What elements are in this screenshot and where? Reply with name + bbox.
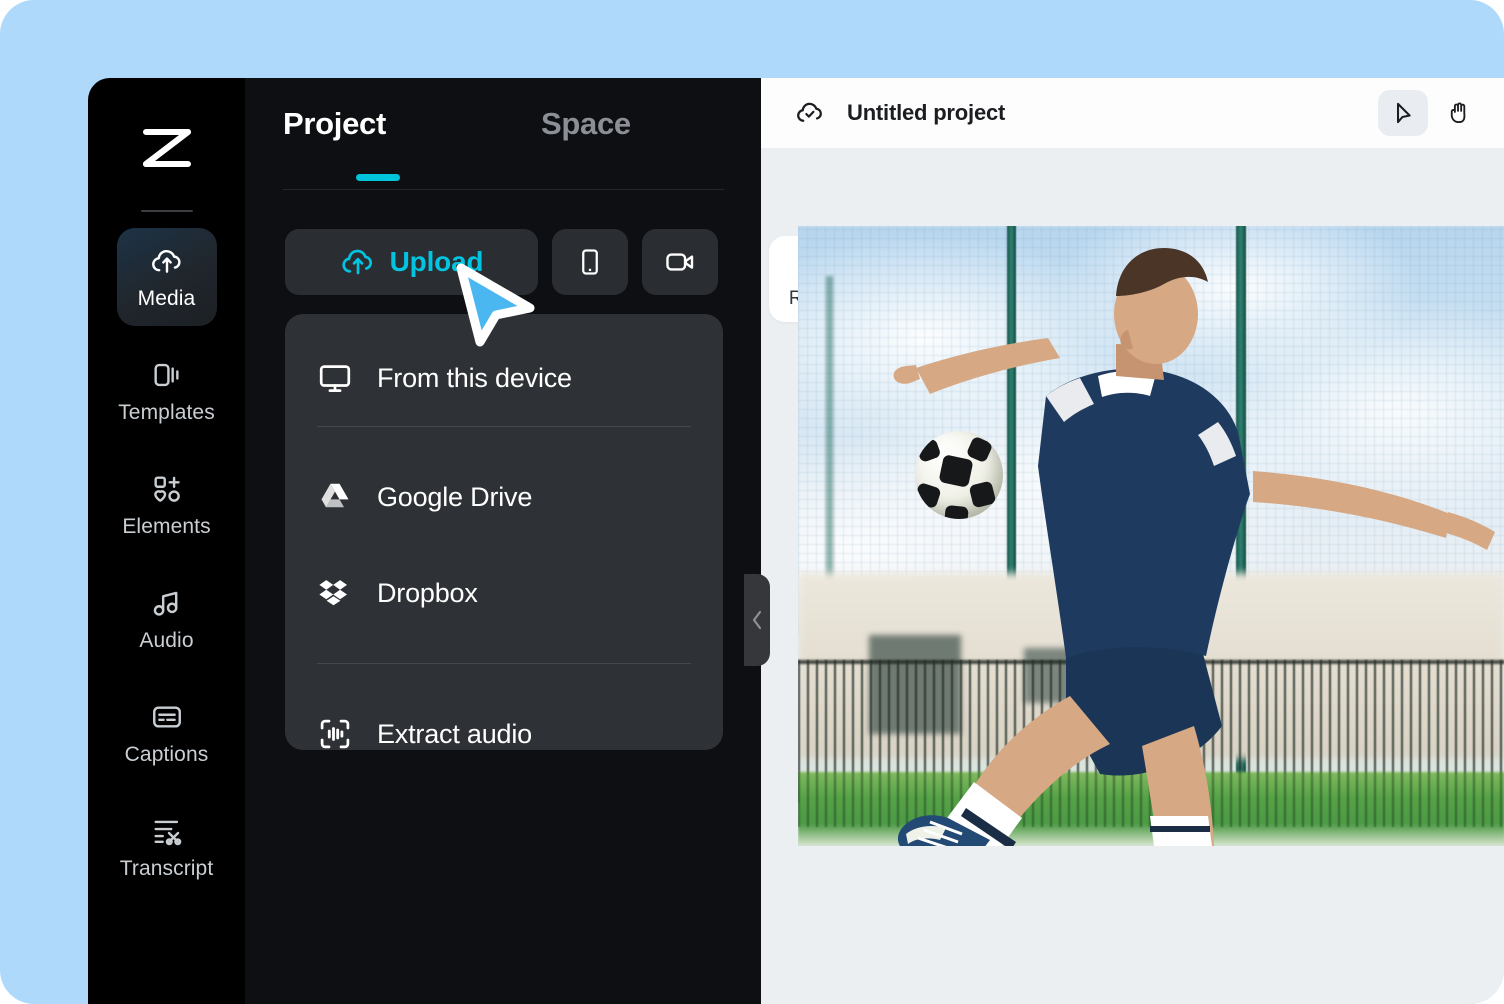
tab-space[interactable]: Space xyxy=(541,106,631,142)
editor-area: Untitled project xyxy=(761,78,1504,1004)
select-tool[interactable] xyxy=(1378,90,1428,136)
canvas-area: Ratio xyxy=(761,148,1504,1004)
sidebar-item-captions[interactable]: Captions xyxy=(117,684,217,782)
sidebar-item-label: Captions xyxy=(125,743,209,767)
upload-dropdown-menu: From this device Google Drive Dropbox xyxy=(285,314,723,750)
menu-item-label: Google Drive xyxy=(377,482,532,513)
upload-button-label: Upload xyxy=(390,246,484,278)
sidebar-item-elements[interactable]: Elements xyxy=(117,456,217,554)
menu-divider xyxy=(317,426,691,427)
left-rail-nav: Media Templates Elements xyxy=(88,78,245,1004)
menu-item-extract-audio[interactable]: Extract audio xyxy=(317,686,691,782)
music-note-icon xyxy=(150,586,184,620)
pan-tool[interactable] xyxy=(1434,90,1484,136)
cloud-upload-icon xyxy=(150,244,184,278)
editor-tool-group xyxy=(1378,90,1484,136)
preview-image[interactable] xyxy=(798,226,1504,846)
menu-divider xyxy=(317,663,691,664)
monitor-icon xyxy=(317,360,353,396)
sidebar-item-templates[interactable]: Templates xyxy=(117,342,217,440)
mobile-phone-icon xyxy=(575,247,605,277)
cursor-arrow-icon xyxy=(1390,100,1416,126)
sidebar-item-label: Transcript xyxy=(120,857,214,881)
tab-active-underline xyxy=(356,174,400,181)
sidebar-item-label: Templates xyxy=(118,401,215,425)
chevron-left-icon xyxy=(749,609,765,631)
video-camera-icon xyxy=(664,246,696,278)
elements-icon xyxy=(150,472,184,506)
google-drive-icon xyxy=(317,479,353,515)
tabs-divider xyxy=(283,189,724,190)
sidebar-item-media[interactable]: Media xyxy=(117,228,217,326)
dropbox-icon xyxy=(317,575,353,611)
sidebar-item-audio[interactable]: Audio xyxy=(117,570,217,668)
transcript-icon xyxy=(150,814,184,848)
hand-icon xyxy=(1446,100,1472,126)
upload-row: Upload xyxy=(285,229,718,295)
captions-icon xyxy=(150,700,184,734)
sidebar-item-label: Audio xyxy=(139,629,193,653)
record-video-button[interactable] xyxy=(642,229,718,295)
editor-topbar: Untitled project xyxy=(761,78,1504,148)
page-title[interactable]: Untitled project xyxy=(847,100,1005,126)
upload-from-phone-button[interactable] xyxy=(552,229,628,295)
capcut-logo[interactable] xyxy=(88,124,245,172)
cloud-check-icon[interactable] xyxy=(793,98,827,128)
menu-item-dropbox[interactable]: Dropbox xyxy=(317,545,691,641)
templates-icon xyxy=(150,358,184,392)
collapse-panel-handle[interactable] xyxy=(744,574,770,666)
menu-item-label: Dropbox xyxy=(377,578,478,609)
tab-project[interactable]: Project xyxy=(283,106,541,142)
menu-item-label: Extract audio xyxy=(377,719,532,750)
menu-item-label: From this device xyxy=(377,363,572,394)
extract-audio-icon xyxy=(317,716,353,752)
sidebar-item-label: Media xyxy=(138,287,196,311)
panel-tabs: Project Space xyxy=(245,78,761,142)
cloud-upload-icon xyxy=(340,244,376,280)
upload-button[interactable]: Upload xyxy=(285,229,538,295)
soccer-player xyxy=(798,226,1504,846)
rail-divider xyxy=(141,210,193,212)
sidebar-item-transcript[interactable]: Transcript xyxy=(117,798,217,896)
page-background: Media Templates Elements xyxy=(0,0,1504,1004)
capcut-logo-icon xyxy=(140,124,194,172)
sidebar-item-label: Elements xyxy=(122,515,210,539)
menu-item-google-drive[interactable]: Google Drive xyxy=(317,449,691,545)
menu-item-from-this-device[interactable]: From this device xyxy=(317,330,691,426)
